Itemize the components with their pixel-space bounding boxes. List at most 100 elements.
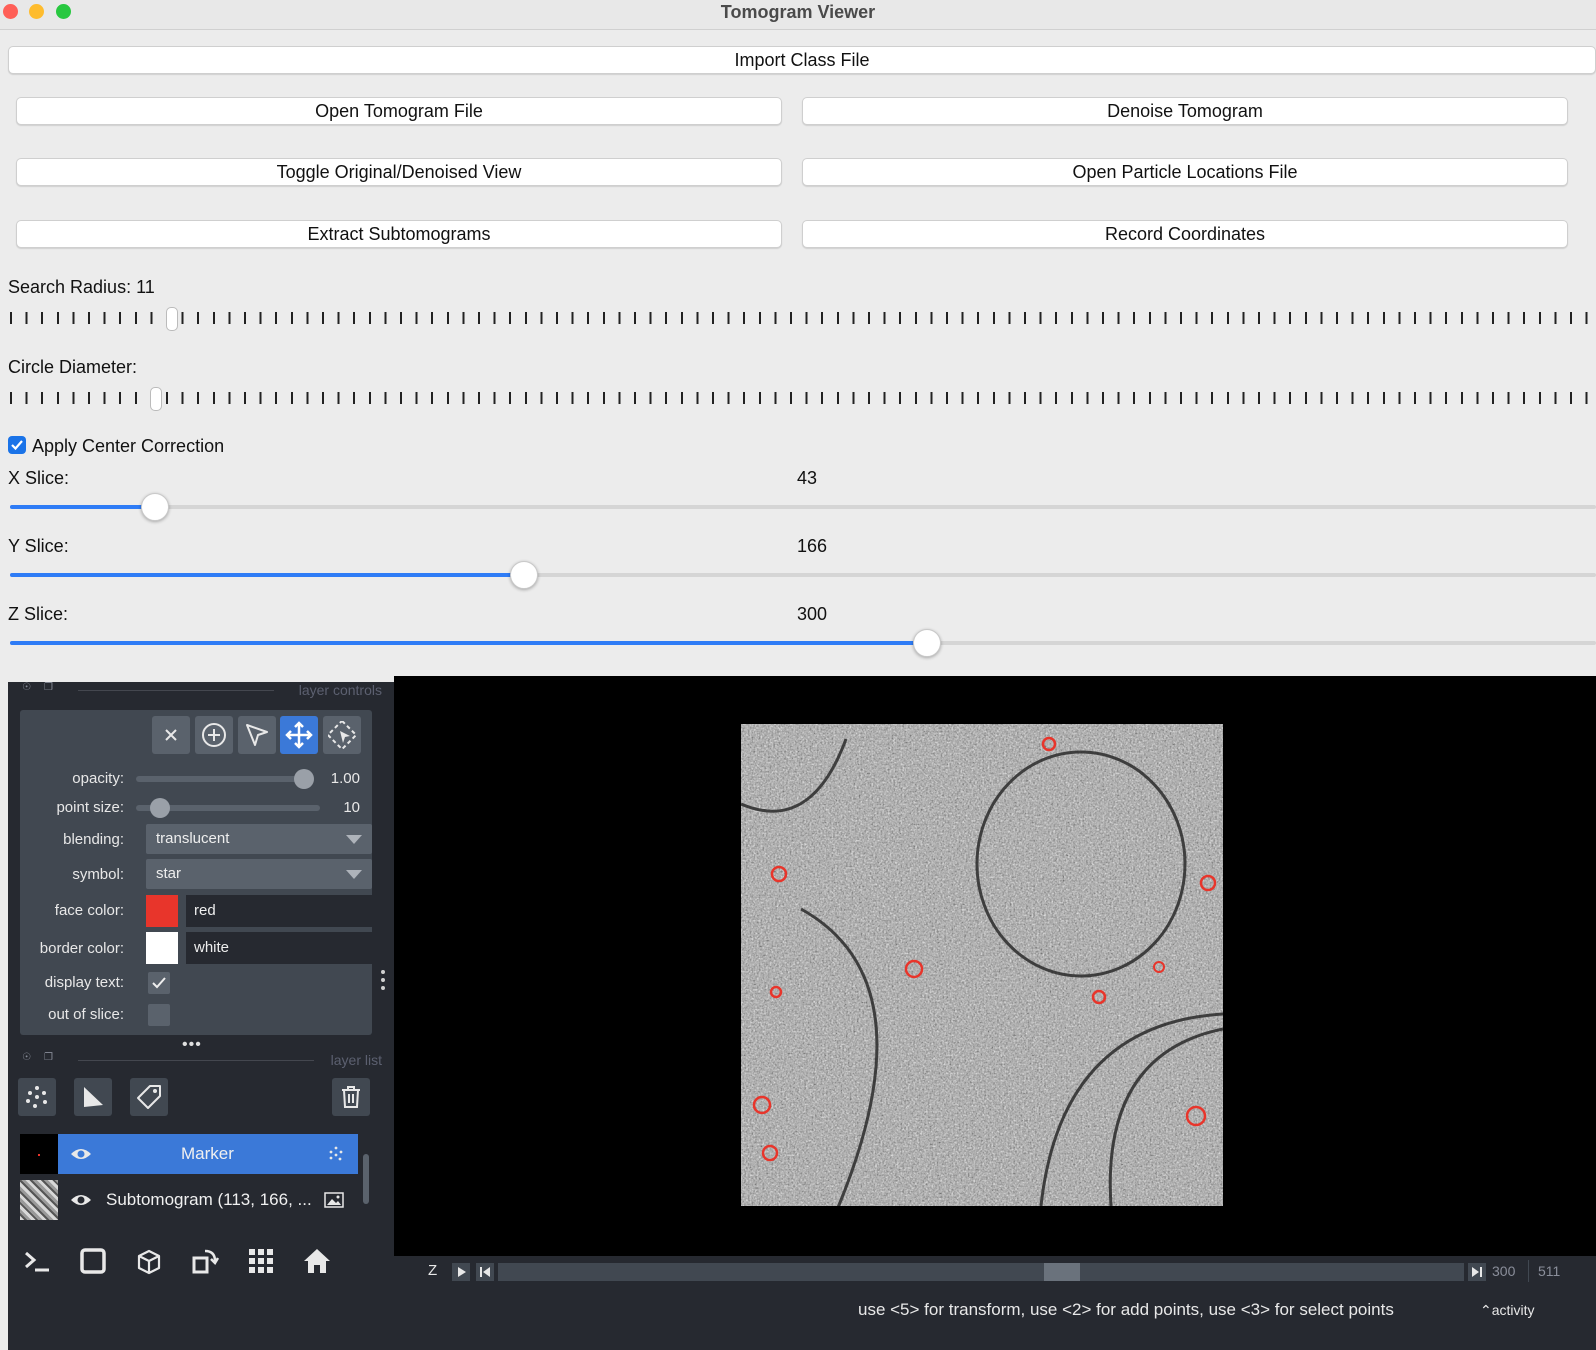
out-of-slice-checkbox[interactable] bbox=[148, 1004, 170, 1026]
terminal-icon bbox=[25, 1251, 49, 1272]
layer-row-subtomogram[interactable]: Subtomogram (113, 166, ... bbox=[20, 1180, 358, 1220]
chevron-up-icon: ⌃ bbox=[1480, 1302, 1492, 1318]
dims-slider-track[interactable] bbox=[498, 1263, 1464, 1281]
search-radius-slider[interactable] bbox=[10, 307, 1590, 331]
open-tomogram-file-button[interactable]: Open Tomogram File bbox=[16, 97, 782, 125]
circle-diameter-slider[interactable] bbox=[10, 387, 1590, 411]
ndisplay-button[interactable] bbox=[74, 1242, 112, 1280]
dims-max-value: 511 bbox=[1538, 1263, 1561, 1279]
symbol-label: symbol: bbox=[72, 866, 124, 883]
new-points-icon bbox=[26, 1086, 47, 1108]
select-points-button[interactable] bbox=[238, 716, 276, 754]
face-color-field[interactable]: red bbox=[186, 895, 372, 927]
undock-icon[interactable]: ❐ bbox=[44, 682, 53, 693]
delete-layer-button[interactable] bbox=[332, 1078, 370, 1116]
layer-thumbnail bbox=[20, 1134, 58, 1174]
step-back-icon[interactable] bbox=[476, 1263, 494, 1281]
circle-diameter-handle[interactable] bbox=[150, 387, 162, 411]
layer-name[interactable]: Subtomogram (113, 166, ... bbox=[106, 1180, 312, 1220]
transpose-icon bbox=[192, 1249, 219, 1274]
face-color-swatch[interactable] bbox=[146, 895, 178, 927]
opacity-handle[interactable] bbox=[294, 769, 314, 789]
checkmark-icon bbox=[152, 977, 166, 989]
blending-label: blending: bbox=[63, 831, 124, 848]
z-slice-slider[interactable] bbox=[10, 628, 1596, 658]
grid-icon bbox=[249, 1249, 273, 1273]
console-button[interactable] bbox=[18, 1242, 56, 1280]
visibility-eye-icon[interactable] bbox=[70, 1192, 92, 1208]
home-button[interactable] bbox=[298, 1242, 336, 1280]
roll-dims-button[interactable] bbox=[130, 1242, 168, 1280]
new-shapes-icon bbox=[84, 1087, 103, 1107]
z-slice-handle[interactable] bbox=[913, 629, 941, 657]
layer-controls-title: layer controls bbox=[298, 682, 382, 698]
select-icon bbox=[246, 724, 268, 746]
float-icon[interactable]: ☉ bbox=[22, 1052, 31, 1063]
new-points-layer-button[interactable] bbox=[18, 1078, 56, 1116]
border-color-field[interactable]: white bbox=[186, 932, 372, 964]
center-correction-label: Apply Center Correction bbox=[32, 436, 225, 456]
window-titlebar: Tomogram Viewer bbox=[0, 0, 1596, 30]
activity-button[interactable]: ⌃activity bbox=[1480, 1302, 1535, 1319]
dims-slider-bar: Z 300 511 bbox=[394, 1256, 1596, 1288]
opacity-slider[interactable] bbox=[136, 769, 314, 789]
grid-view-button[interactable] bbox=[242, 1242, 280, 1280]
status-bar: use <5> for transform, use <2> for add p… bbox=[394, 1290, 1596, 1330]
step-forward-icon[interactable] bbox=[1468, 1263, 1486, 1281]
pan-zoom-button[interactable] bbox=[280, 716, 318, 754]
add-points-button[interactable] bbox=[195, 716, 233, 754]
chevron-down-icon bbox=[346, 870, 362, 879]
layer-list-title: layer list bbox=[330, 1052, 382, 1068]
opacity-label: opacity: bbox=[72, 770, 124, 787]
home-icon bbox=[304, 1249, 330, 1273]
x-slice-slider[interactable] bbox=[10, 492, 1596, 522]
transform-icon bbox=[328, 721, 356, 749]
symbol-dropdown[interactable]: star bbox=[146, 859, 372, 889]
new-labels-layer-button[interactable] bbox=[130, 1078, 168, 1116]
new-labels-icon bbox=[137, 1085, 161, 1109]
display-text-checkbox[interactable] bbox=[148, 972, 170, 994]
layer-name[interactable]: Marker bbox=[181, 1134, 234, 1174]
import-class-file-button[interactable]: Import Class File bbox=[8, 46, 1596, 74]
undock-icon[interactable]: ❐ bbox=[44, 1052, 53, 1063]
y-slice-slider[interactable] bbox=[10, 560, 1596, 590]
transpose-button[interactable] bbox=[186, 1242, 224, 1280]
status-help-text: use <5> for transform, use <2> for add p… bbox=[858, 1300, 1394, 1319]
layer-thumbnail bbox=[20, 1180, 58, 1220]
point-size-slider[interactable] bbox=[136, 798, 320, 818]
blending-dropdown[interactable]: translucent bbox=[146, 824, 372, 854]
center-correction-checkbox[interactable] bbox=[8, 436, 26, 454]
toggle-view-button[interactable]: Toggle Original/Denoised View bbox=[16, 158, 782, 186]
border-color-swatch[interactable] bbox=[146, 932, 178, 964]
dims-slider-handle[interactable] bbox=[1044, 1263, 1080, 1281]
transform-button[interactable] bbox=[323, 716, 361, 754]
layer-row-marker[interactable]: Marker bbox=[20, 1134, 358, 1174]
display-text-label: display text: bbox=[44, 974, 124, 991]
new-shapes-layer-button[interactable] bbox=[74, 1078, 112, 1116]
x-slice-handle[interactable] bbox=[141, 493, 169, 521]
y-slice-value: 166 bbox=[797, 536, 828, 556]
dims-axis-label[interactable]: Z bbox=[428, 1262, 437, 1279]
float-icon[interactable]: ☉ bbox=[22, 682, 31, 693]
record-coordinates-button[interactable]: Record Coordinates bbox=[802, 220, 1568, 248]
play-icon[interactable] bbox=[452, 1263, 470, 1281]
blending-value: translucent bbox=[156, 830, 230, 847]
point-size-handle[interactable] bbox=[150, 798, 170, 818]
face-color-label: face color: bbox=[54, 902, 124, 919]
layer-list-scrollbar[interactable] bbox=[361, 1134, 371, 1226]
image-layer-icon bbox=[324, 1192, 344, 1208]
tomogram-slice-image[interactable] bbox=[741, 724, 1223, 1206]
vertical-dots-icon bbox=[381, 970, 385, 990]
activity-label: activity bbox=[1491, 1302, 1535, 1318]
extract-subtomograms-button[interactable]: Extract Subtomograms bbox=[16, 220, 782, 248]
search-radius-handle[interactable] bbox=[166, 307, 178, 331]
y-slice-handle[interactable] bbox=[510, 561, 538, 589]
window-title: Tomogram Viewer bbox=[720, 2, 876, 22]
denoise-tomogram-button[interactable]: Denoise Tomogram bbox=[802, 97, 1568, 125]
dims-current-value[interactable]: 300 bbox=[1492, 1263, 1515, 1279]
visibility-eye-icon[interactable] bbox=[70, 1146, 92, 1162]
open-particle-locations-button[interactable]: Open Particle Locations File bbox=[802, 158, 1568, 186]
checkmark-icon bbox=[11, 440, 23, 451]
delete-points-button[interactable] bbox=[152, 716, 190, 754]
more-options-handle[interactable] bbox=[378, 968, 388, 994]
